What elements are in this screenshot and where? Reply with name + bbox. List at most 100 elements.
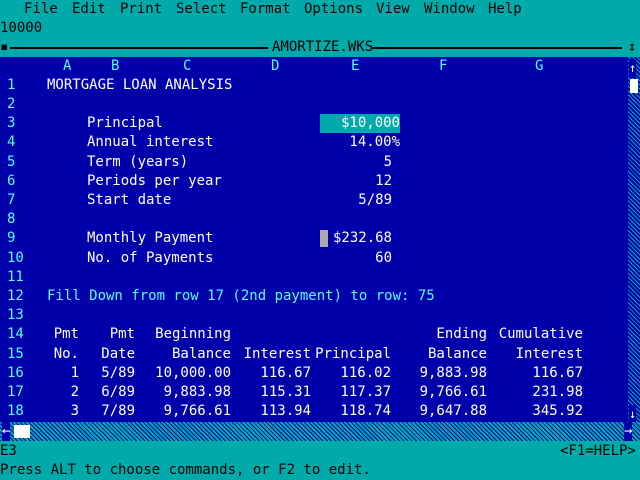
row-18[interactable]: 18 xyxy=(7,402,24,421)
row-12[interactable]: 12 xyxy=(7,287,24,306)
row-3[interactable]: 3 xyxy=(7,114,15,133)
pay1-end[interactable]: 9,883.98 xyxy=(391,364,487,383)
pay2-int[interactable]: 115.31 xyxy=(231,383,311,402)
row-15[interactable]: 15 xyxy=(7,345,24,364)
pay2-date[interactable]: 6/89 xyxy=(87,383,135,402)
row-10[interactable]: 10 xyxy=(7,249,24,268)
row-4[interactable]: 4 xyxy=(7,133,15,152)
pay2-beg[interactable]: 9,883.98 xyxy=(135,383,231,402)
pay1-date[interactable]: 5/89 xyxy=(87,364,135,383)
pay3-beg[interactable]: 9,766.61 xyxy=(135,402,231,421)
maximize-icon[interactable]: ↕ xyxy=(628,38,636,57)
col-e[interactable]: E xyxy=(351,57,359,76)
hscroll-thumb[interactable] xyxy=(14,425,30,438)
hdr-cumulative[interactable]: Cumulative xyxy=(487,325,583,344)
pay2-prin[interactable]: 117.37 xyxy=(311,383,391,402)
periods-label[interactable]: Periods per year xyxy=(87,172,222,191)
menu-select[interactable]: Select xyxy=(176,0,227,19)
pay2-end[interactable]: 9,766.61 xyxy=(391,383,487,402)
window-title-bar[interactable]: ▪ AMORTIZE.WKS ↕ xyxy=(0,38,640,57)
hdr-interest[interactable]: Interest xyxy=(231,345,311,364)
row-1[interactable]: 1 xyxy=(7,76,15,95)
window-title: AMORTIZE.WKS xyxy=(272,39,374,55)
term-value[interactable]: 5 xyxy=(320,153,392,172)
principal-label[interactable]: Principal xyxy=(87,114,163,133)
scroll-up-icon[interactable]: ↑ xyxy=(629,59,637,78)
row-2[interactable]: 2 xyxy=(7,95,15,114)
menu-format[interactable]: Format xyxy=(240,0,291,19)
hdr-pmt-date-2[interactable]: Date xyxy=(87,345,135,364)
row-5[interactable]: 5 xyxy=(7,153,15,172)
menu-print[interactable]: Print xyxy=(120,0,162,19)
col-f[interactable]: F xyxy=(439,57,447,76)
col-a[interactable]: A xyxy=(63,57,71,76)
start-date-label[interactable]: Start date xyxy=(87,191,171,210)
pay2-cum[interactable]: 231.98 xyxy=(487,383,583,402)
pay1-int[interactable]: 116.67 xyxy=(231,364,311,383)
periods-value[interactable]: 12 xyxy=(320,172,392,191)
col-b[interactable]: B xyxy=(111,57,119,76)
sheet-title[interactable]: MORTGAGE LOAN ANALYSIS xyxy=(47,76,232,95)
pay3-prin[interactable]: 118.74 xyxy=(311,402,391,421)
row-14[interactable]: 14 xyxy=(7,325,24,344)
pay1-no[interactable]: 1 xyxy=(47,364,79,383)
spreadsheet-window: ▪ AMORTIZE.WKS ↕ A B C D E F G 1 2 3 4 5… xyxy=(0,38,640,442)
menu-view[interactable]: View xyxy=(376,0,410,19)
horizontal-scrollbar[interactable]: ← → xyxy=(0,422,640,441)
hdr-ending[interactable]: Ending xyxy=(391,325,487,344)
hdr-cumulative-2[interactable]: Interest xyxy=(487,345,583,364)
pay3-no[interactable]: 3 xyxy=(47,402,79,421)
col-g[interactable]: G xyxy=(535,57,543,76)
pay3-date[interactable]: 7/89 xyxy=(87,402,135,421)
scroll-right-icon[interactable]: → xyxy=(624,422,633,441)
window-menu-icon[interactable]: ▪ xyxy=(0,38,8,57)
hdr-pmt-no-2[interactable]: No. xyxy=(47,345,79,364)
col-d[interactable]: D xyxy=(271,57,279,76)
pay3-cum[interactable]: 345.92 xyxy=(487,402,583,421)
interest-value[interactable]: 14.00% xyxy=(320,133,400,152)
status-bar: E3 <F1=HELP> xyxy=(0,442,640,461)
num-payments-label[interactable]: No. of Payments xyxy=(87,249,213,268)
principal-cell-selected[interactable]: $10,000 xyxy=(320,114,400,133)
row-6[interactable]: 6 xyxy=(7,172,15,191)
hdr-beginning[interactable]: Beginning xyxy=(135,325,231,344)
row-11[interactable]: 11 xyxy=(7,268,24,287)
help-line: Press ALT to choose commands, or F2 to e… xyxy=(0,461,640,480)
pay3-int[interactable]: 113.94 xyxy=(231,402,311,421)
pay1-prin[interactable]: 116.02 xyxy=(311,364,391,383)
help-hint[interactable]: <F1=HELP> xyxy=(560,442,636,461)
fill-down-note[interactable]: Fill Down from row 17 (2nd payment) to r… xyxy=(47,287,435,306)
monthly-payment-value[interactable]: $232.68 xyxy=(320,229,392,248)
pay1-beg[interactable]: 10,000.00 xyxy=(135,364,231,383)
row-17[interactable]: 17 xyxy=(7,383,24,402)
menu-edit[interactable]: Edit xyxy=(72,0,106,19)
interest-label[interactable]: Annual interest xyxy=(87,133,213,152)
col-c[interactable]: C xyxy=(183,57,191,76)
hdr-pmt-no[interactable]: Pmt xyxy=(47,325,79,344)
pay3-end[interactable]: 9,647.88 xyxy=(391,402,487,421)
row-9[interactable]: 9 xyxy=(7,229,15,248)
vscroll-thumb[interactable] xyxy=(630,79,638,93)
hdr-principal[interactable]: Principal xyxy=(311,345,391,364)
pay2-no[interactable]: 2 xyxy=(47,383,79,402)
row-13[interactable]: 13 xyxy=(7,306,24,325)
scroll-left-icon[interactable]: ← xyxy=(2,422,11,441)
menu-help[interactable]: Help xyxy=(488,0,522,19)
term-label[interactable]: Term (years) xyxy=(87,153,188,172)
menu-file[interactable]: File xyxy=(24,0,58,19)
hdr-ending-2[interactable]: Balance xyxy=(391,345,487,364)
num-payments-value[interactable]: 60 xyxy=(320,249,392,268)
cell-grid[interactable]: MORTGAGE LOAN ANALYSIS Principal $10,000… xyxy=(47,76,628,422)
pay1-cum[interactable]: 116.67 xyxy=(487,364,583,383)
menu-options[interactable]: Options xyxy=(304,0,363,19)
hdr-pmt-date[interactable]: Pmt xyxy=(87,325,135,344)
monthly-payment-label[interactable]: Monthly Payment xyxy=(87,229,213,248)
row-8[interactable]: 8 xyxy=(7,210,15,229)
hdr-beginning-2[interactable]: Balance xyxy=(135,345,231,364)
formula-bar[interactable]: 10000 xyxy=(0,19,640,38)
row-7[interactable]: 7 xyxy=(7,191,15,210)
start-date-value[interactable]: 5/89 xyxy=(320,191,392,210)
vertical-scrollbar[interactable]: ↑ ↓ xyxy=(628,57,640,424)
menu-window[interactable]: Window xyxy=(424,0,475,19)
row-16[interactable]: 16 xyxy=(7,364,24,383)
